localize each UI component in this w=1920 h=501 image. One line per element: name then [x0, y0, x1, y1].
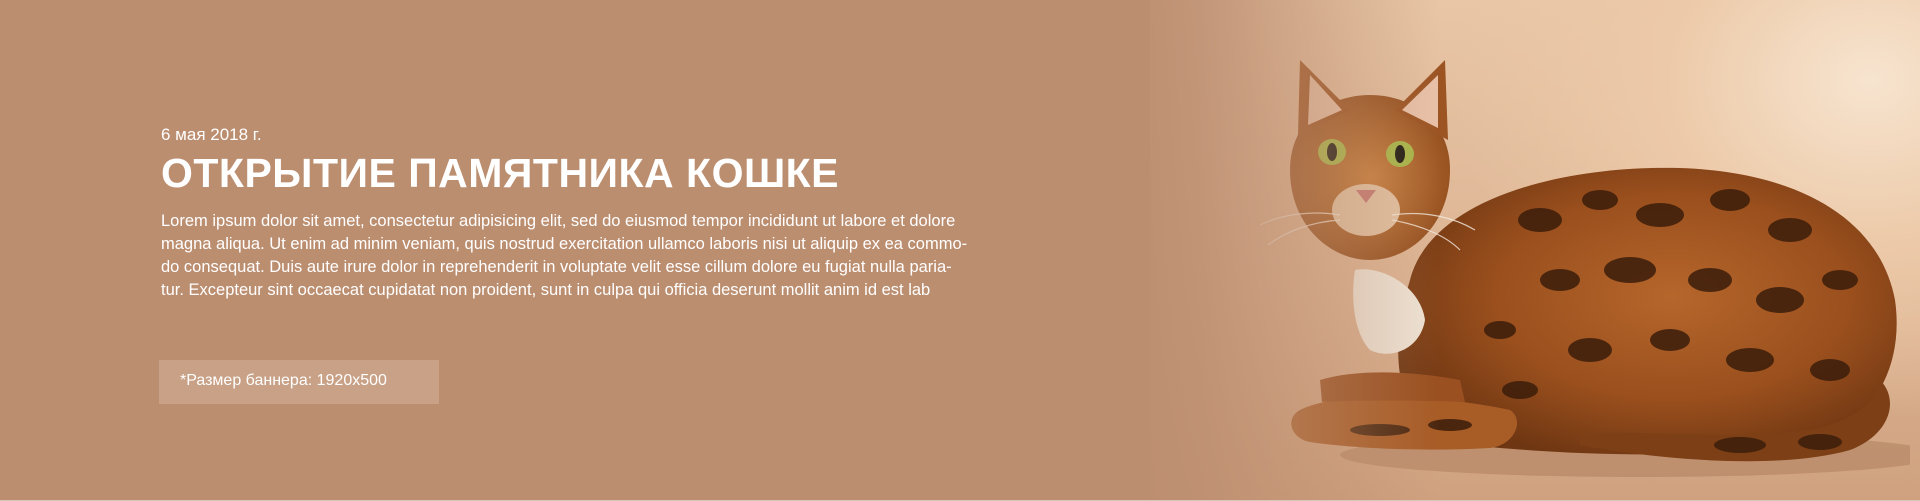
banner: 6 мая 2018 г. ОТКРЫТИЕ ПАМЯТНИКА КОШКЕ L…	[0, 0, 1920, 500]
description-line: magna aliqua. Ut enim ad minim veniam, q…	[161, 235, 968, 253]
description-line: Lorem ipsum dolor sit amet, consectetur …	[161, 212, 956, 230]
banner-description: Lorem ipsum dolor sit amet, consectetur …	[161, 210, 1041, 302]
banner-title: ОТКРЫТИЕ ПАМЯТНИКА КОШКЕ	[161, 150, 840, 196]
event-date: 6 мая 2018 г.	[161, 125, 262, 144]
banner-size-badge: *Размер баннера: 1920x500	[159, 360, 439, 404]
description-line: do consequat. Duis aute irure dolor in r…	[161, 258, 952, 276]
photo-fade-overlay	[1120, 0, 1440, 500]
description-line: tur. Excepteur sint occaecat cupidatat n…	[161, 281, 931, 299]
